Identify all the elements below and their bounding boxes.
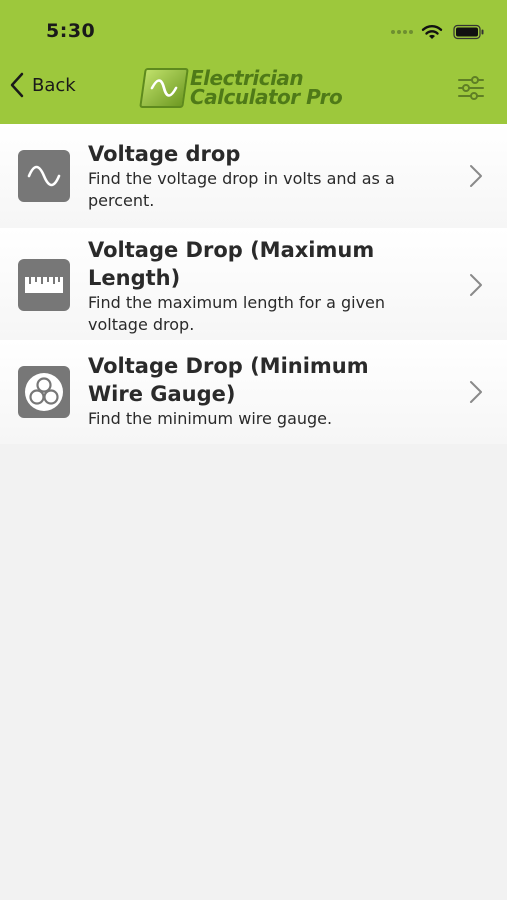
- app-logo: Electrician Calculator Pro: [139, 68, 343, 109]
- wire-gauge-icon: [18, 366, 70, 418]
- item-description: Find the voltage drop in volts and as a …: [88, 169, 395, 210]
- item-description: Find the maximum length for a given volt…: [88, 293, 386, 334]
- item-text: Voltage drop Find the voltage drop in vo…: [88, 140, 428, 212]
- cellular-signal-icon: [391, 30, 413, 34]
- logo-line-2: Calculator Pro: [190, 85, 343, 109]
- back-button[interactable]: Back: [10, 72, 76, 98]
- back-label: Back: [32, 74, 76, 96]
- chevron-right-icon: [470, 274, 482, 296]
- chevron-left-icon: [10, 72, 24, 98]
- list-item-voltage-drop[interactable]: Voltage drop Find the voltage drop in vo…: [0, 124, 507, 228]
- item-text: Voltage Drop (Minimum Wire Gauge) Find t…: [88, 352, 428, 430]
- chevron-right-icon: [470, 381, 482, 403]
- item-title: Voltage Drop (Maximum Length): [88, 238, 375, 290]
- settings-sliders-icon[interactable]: [457, 74, 485, 106]
- status-time: 5:30: [46, 20, 96, 42]
- chevron-right-icon: [470, 165, 482, 187]
- list-item-maximum-length[interactable]: Voltage Drop (Maximum Length) Find the m…: [0, 228, 507, 340]
- sine-wave-icon: [18, 150, 70, 202]
- logo-text: Electrician Calculator Pro: [190, 68, 343, 109]
- wifi-icon: [421, 25, 443, 39]
- header-bar: 5:30 Back Electrician Calculator Pro: [0, 0, 507, 124]
- item-text: Voltage Drop (Maximum Length) Find the m…: [88, 236, 428, 336]
- ruler-icon: [18, 259, 70, 311]
- item-title: Voltage Drop (Minimum Wire Gauge): [88, 354, 369, 406]
- status-icons: [391, 24, 485, 40]
- battery-icon: [453, 24, 484, 40]
- logo-wave-icon: [139, 68, 189, 108]
- calculator-list: Voltage drop Find the voltage drop in vo…: [0, 124, 507, 444]
- item-title: Voltage drop: [88, 142, 241, 166]
- list-item-minimum-wire-gauge[interactable]: Voltage Drop (Minimum Wire Gauge) Find t…: [0, 340, 507, 444]
- item-description: Find the minimum wire gauge.: [88, 409, 333, 428]
